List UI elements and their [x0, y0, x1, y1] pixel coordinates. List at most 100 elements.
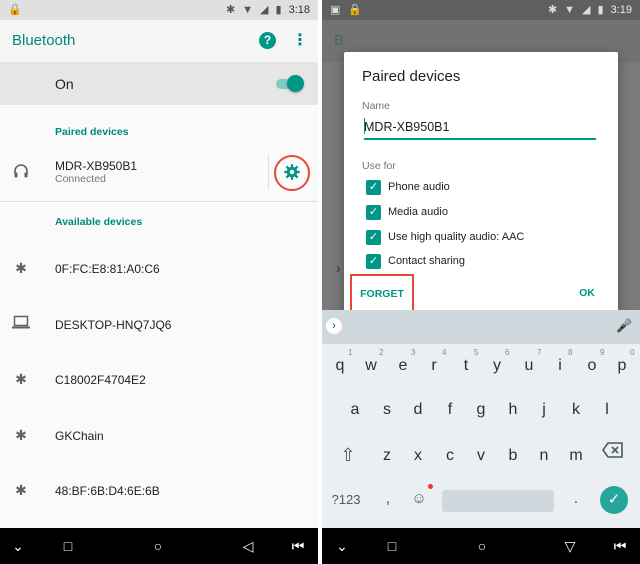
signal-icon: ◢ [582, 4, 591, 16]
battery-icon: ▮ [275, 4, 282, 16]
key-m[interactable]: m [561, 438, 591, 474]
key-hint: 8 [568, 348, 573, 357]
more-options-icon[interactable]: ⋮ [292, 30, 308, 52]
high-quality-audio-option[interactable]: ✓ Use high quality audio: AAC [366, 228, 606, 248]
key-hint: 1 [348, 348, 353, 357]
key-d[interactable]: d [403, 392, 433, 428]
device-name: C18002F4704E2 [55, 373, 146, 387]
use-for-label: Use for [362, 160, 396, 172]
image-icon: ▣ [330, 4, 341, 16]
key-c[interactable]: c [435, 438, 465, 474]
checkbox-checked-icon[interactable]: ✓ [366, 205, 381, 220]
key-b[interactable]: b [498, 438, 528, 474]
available-device-row[interactable]: ✱ C18002F4704E2 [0, 352, 318, 407]
help-icon[interactable]: ? [259, 32, 276, 49]
toggle-switch[interactable] [287, 75, 304, 92]
recents-icon[interactable]: □ [382, 537, 402, 555]
key-hint: 5 [474, 348, 479, 357]
option-label: Use high quality audio: AAC [388, 231, 525, 243]
clock: 3:18 [288, 4, 310, 16]
keyboard: q w e r t y u i o p 1 2 3 4 5 6 7 8 9 0 … [322, 344, 640, 528]
toggle-label: On [55, 76, 74, 92]
available-device-row[interactable]: ✱ 0F:FC:E8:81:A0:C6 [0, 241, 318, 296]
available-device-row[interactable]: ✱ 48:BF:6B:D4:6E:6B [0, 463, 318, 518]
key-hint: 4 [442, 348, 447, 357]
navigation-bar: ⌄ □ ○ ▽ ⏮ [322, 528, 640, 564]
name-label: Name [362, 100, 391, 112]
key-a[interactable]: a [340, 392, 370, 428]
forget-button[interactable]: FORGET [350, 274, 414, 314]
key-s[interactable]: s [372, 392, 402, 428]
key-g[interactable]: g [466, 392, 496, 428]
comma-key[interactable]: , [378, 486, 398, 512]
phone-audio-option[interactable]: ✓ Phone audio [366, 178, 606, 198]
key-h[interactable]: h [498, 392, 528, 428]
period-key[interactable]: . [566, 486, 586, 512]
device-name-input[interactable] [364, 118, 596, 140]
space-bar[interactable] [442, 490, 554, 512]
hide-keyboard-icon[interactable]: ⌄ [8, 537, 28, 555]
key-n[interactable]: n [529, 438, 559, 474]
gear-icon[interactable] [283, 163, 301, 181]
device-name: 48:BF:6B:D4:6E:6B [55, 484, 160, 498]
available-device-row[interactable]: DESKTOP-HNQ7JQ6 [0, 297, 318, 352]
bluetooth-icon: ✱ [15, 260, 27, 276]
divider [0, 201, 318, 202]
paired-device-row[interactable]: MDR-XB950B1 Connected [0, 146, 318, 201]
back-down-icon[interactable]: ▽ [560, 537, 580, 555]
key-v[interactable]: v [466, 438, 496, 474]
bluetooth-toggle-row[interactable]: On [0, 62, 318, 105]
navigation-bar: ⌄ □ ○ ◁ ⏮ [0, 528, 318, 564]
key-hint: 0 [630, 348, 635, 357]
back-icon[interactable]: ◁ [238, 537, 258, 555]
checkbox-checked-icon[interactable]: ✓ [366, 230, 381, 245]
signal-icon: ◢ [260, 4, 269, 16]
bluetooth-status-icon: ✱ [547, 4, 558, 16]
option-label: Phone audio [388, 181, 450, 193]
hide-keyboard-icon[interactable]: ⌄ [332, 537, 352, 555]
key-z[interactable]: z [372, 438, 402, 474]
key-k[interactable]: k [561, 392, 591, 428]
skip-previous-icon[interactable]: ⏮ [288, 537, 308, 555]
microphone-icon[interactable]: 🎤 [616, 318, 632, 334]
skip-previous-icon[interactable]: ⏮ [610, 537, 630, 555]
media-audio-option[interactable]: ✓ Media audio [366, 203, 606, 223]
wifi-icon: ▼ [564, 4, 576, 16]
laptop-icon [12, 314, 30, 334]
device-name: 0F:FC:E8:81:A0:C6 [55, 262, 160, 276]
recents-icon[interactable]: □ [58, 537, 78, 555]
bluetooth-settings-screen: 🔒 ✱ ▼ ◢ ▮ 3:18 Bluetooth ? ⋮ On Paired d… [0, 0, 318, 564]
clock: 3:19 [610, 4, 632, 16]
lock-icon: 🔒 [8, 4, 22, 16]
enter-check-icon[interactable]: ✓ [600, 486, 628, 514]
option-label: Media audio [388, 206, 448, 218]
lock-icon: 🔒 [348, 4, 363, 16]
battery-icon: ▮ [597, 4, 604, 16]
dimmed-background: B › Paired devices Name Use for ✓ Phone … [322, 20, 640, 317]
key-j[interactable]: j [529, 392, 559, 428]
key-hint: 6 [505, 348, 510, 357]
key-f[interactable]: f [435, 392, 465, 428]
text-cursor [364, 118, 365, 134]
shift-icon[interactable]: ⇧ [334, 440, 362, 470]
device-name: DESKTOP-HNQ7JQ6 [55, 318, 172, 332]
page-title: B [334, 32, 345, 49]
checkbox-checked-icon[interactable]: ✓ [366, 180, 381, 195]
key-hint: 3 [411, 348, 416, 357]
available-device-row[interactable]: ✱ GKChain [0, 408, 318, 463]
expand-icon[interactable]: › [326, 318, 342, 334]
contact-sharing-option[interactable]: ✓ Contact sharing [366, 252, 606, 272]
home-icon[interactable]: ○ [148, 537, 168, 555]
notification-dot [428, 484, 433, 489]
key-l[interactable]: l [592, 392, 622, 428]
status-bar: ▣ 🔒 ✱ ▼ ◢ ▮ 3:19 [322, 0, 640, 20]
emoji-icon[interactable]: ☺ [409, 489, 429, 509]
backspace-icon[interactable] [600, 442, 626, 466]
key-x[interactable]: x [403, 438, 433, 474]
home-icon[interactable]: ○ [472, 537, 492, 555]
ok-button[interactable]: OK [570, 278, 604, 308]
keyboard-suggestion-bar: › 🎤 [322, 310, 640, 344]
checkbox-checked-icon[interactable]: ✓ [366, 254, 381, 269]
paired-device-status: Connected [55, 173, 106, 185]
symbols-key[interactable]: ?123 [328, 490, 364, 510]
